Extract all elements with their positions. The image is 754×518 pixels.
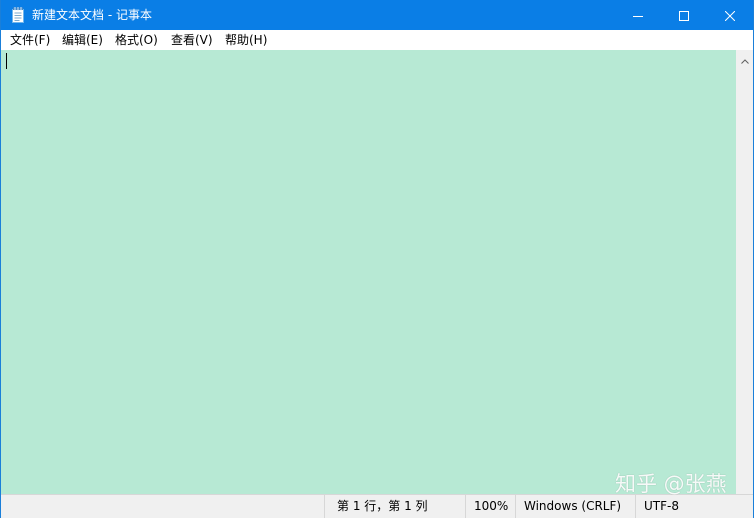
menu-format[interactable]: 格式(O) [115, 30, 158, 50]
notepad-icon [11, 7, 25, 23]
status-bar: 第 1 行，第 1 列 100% Windows (CRLF) UTF-8 [1, 494, 753, 518]
text-editor[interactable] [1, 50, 736, 494]
vertical-scrollbar[interactable] [736, 50, 753, 494]
watermark: 知乎 @张燕 [615, 472, 727, 496]
scroll-up-button[interactable] [736, 50, 753, 67]
cursor-position: 第 1 行，第 1 列 [324, 495, 465, 518]
notepad-window: 新建文本文档 - 记事本 文件(F) 编辑(E) 格式(O) 查看(V) 帮助(… [0, 0, 754, 518]
menu-view[interactable]: 查看(V) [171, 30, 213, 50]
menu-help[interactable]: 帮助(H) [225, 30, 267, 50]
close-icon [724, 6, 736, 25]
line-ending: Windows (CRLF) [515, 495, 635, 518]
window-title: 新建文本文档 - 记事本 [32, 8, 152, 22]
maximize-button[interactable] [661, 0, 707, 30]
minimize-button[interactable] [615, 0, 661, 30]
zoom-level: 100% [465, 495, 515, 518]
menu-bar: 文件(F) 编辑(E) 格式(O) 查看(V) 帮助(H) [1, 30, 753, 50]
maximize-icon [679, 6, 689, 25]
minimize-icon [633, 6, 643, 25]
text-caret [6, 53, 7, 69]
close-button[interactable] [707, 0, 753, 30]
menu-file[interactable]: 文件(F) [10, 30, 50, 50]
chevron-up-icon [740, 49, 749, 68]
menu-edit[interactable]: 编辑(E) [62, 30, 103, 50]
title-bar[interactable]: 新建文本文档 - 记事本 [1, 0, 753, 30]
encoding: UTF-8 [635, 495, 753, 518]
